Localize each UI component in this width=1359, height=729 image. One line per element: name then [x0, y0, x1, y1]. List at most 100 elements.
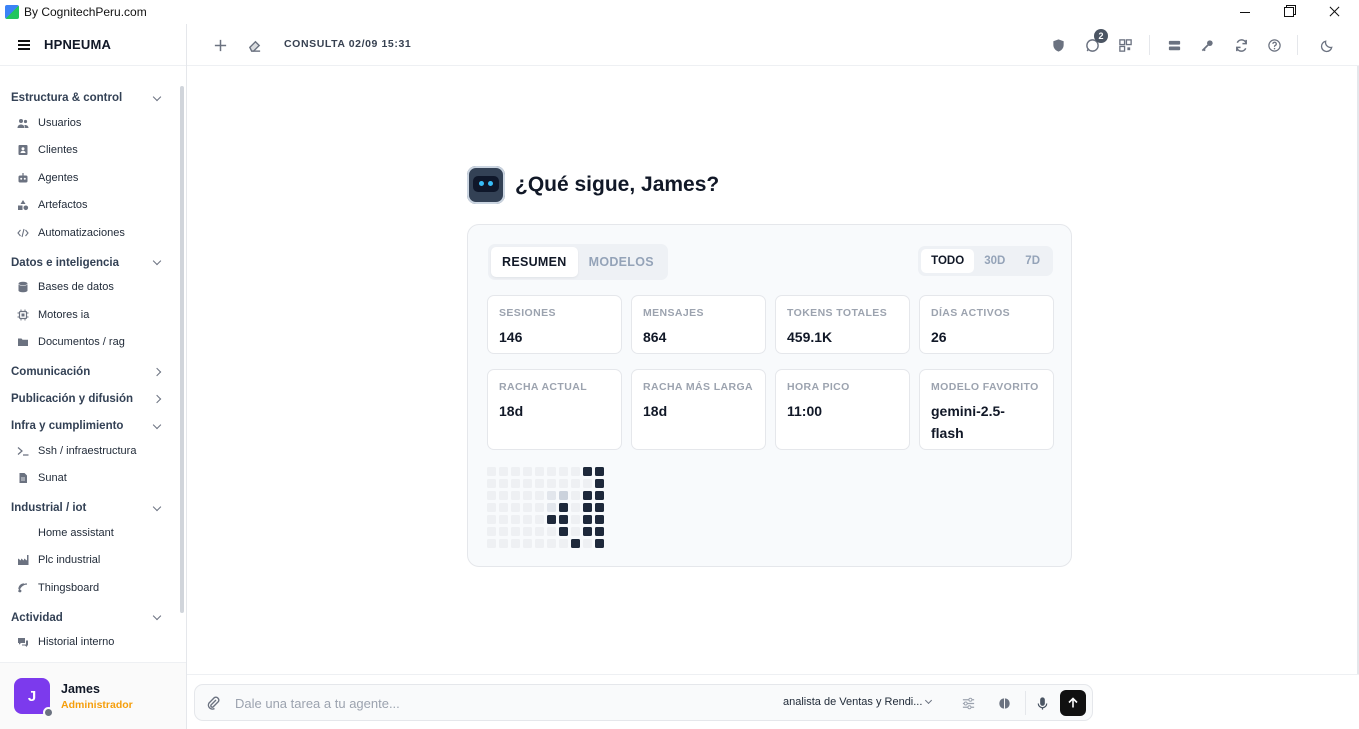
sidebar-section-title: Infra y cumplimiento [11, 420, 124, 432]
sidebar-section-title: Comunicación [11, 366, 91, 378]
maximize-button[interactable] [1266, 0, 1312, 24]
heatmap-cell [511, 491, 520, 500]
sidebar-item[interactable]: Artefactos [0, 192, 178, 220]
user-profile[interactable]: J James Administrador [0, 662, 186, 729]
sidebar-item[interactable]: Usuarios [0, 109, 178, 137]
sidebar-item[interactable]: Ssh / infraestructura [0, 437, 178, 465]
notification-badge: 2 [1094, 29, 1108, 43]
chevron-down-icon [152, 92, 162, 101]
refresh-icon [1235, 38, 1247, 52]
settings-sliders-button[interactable] [959, 694, 977, 712]
menu-icon[interactable] [18, 39, 30, 50]
security-button[interactable] [1047, 34, 1069, 56]
sidebar-item[interactable]: Clientes [0, 137, 178, 165]
sidebar-item[interactable]: Automatizaciones [0, 219, 178, 247]
heatmap-cell [559, 479, 568, 488]
heatmap-cell [571, 503, 580, 512]
heatmap-cell [535, 515, 544, 524]
sidebar-section-title: Estructura & control [11, 92, 123, 104]
server-button[interactable] [1163, 34, 1185, 56]
brain-button[interactable] [995, 694, 1013, 712]
heatmap-cell [523, 491, 532, 500]
robot-icon [17, 172, 29, 184]
avatar[interactable]: J [14, 678, 54, 718]
heatmap-cell [571, 539, 580, 548]
range-todo[interactable]: TODO [921, 249, 975, 273]
heatmap-cell [583, 527, 592, 536]
sidebar-section[interactable]: Estructura & control [0, 87, 178, 109]
sidebar-section[interactable]: Infra y cumplimiento [0, 415, 178, 437]
sidebar-section[interactable]: Comunicación [0, 361, 178, 383]
microphone-button[interactable] [1033, 694, 1051, 712]
qr-button[interactable] [1114, 34, 1136, 56]
sidebar-section[interactable]: Publicación y difusión [0, 388, 178, 410]
chevron-down-icon [152, 611, 162, 621]
sidebar-item[interactable]: Bases de datos [0, 274, 178, 302]
sidebar-section[interactable]: Datos e inteligencia [0, 252, 178, 274]
minimize-button[interactable] [1222, 0, 1268, 24]
stat-value: 146 [499, 329, 523, 345]
keys-button[interactable] [1196, 34, 1218, 56]
folder-icon [17, 336, 29, 348]
chevron-right-icon [152, 394, 162, 404]
heatmap-cell [511, 479, 520, 488]
robot-avatar-icon [467, 166, 505, 204]
agent-select[interactable]: analista de Ventas y Rendi... [783, 696, 933, 708]
chevron-down-icon [152, 256, 162, 266]
sidebar-section-title: Publicación y difusión [11, 393, 134, 405]
stat-label: DÍAS ACTIVOS [931, 307, 1011, 319]
stat-label: MODELO FAVORITO [931, 381, 1039, 393]
sidebar-section[interactable]: Actividad [0, 607, 178, 629]
send-button[interactable] [1060, 690, 1086, 716]
task-input[interactable] [235, 693, 755, 713]
heatmap-cell [559, 467, 568, 476]
sidebar-item[interactable]: Historial interno [0, 629, 178, 657]
help-button[interactable] [1263, 34, 1285, 56]
sidebar-item-label: Agentes [38, 171, 79, 184]
sidebar-item-label: Automatizaciones [38, 226, 125, 239]
stats-tabs: RESUMEN MODELOS [488, 244, 668, 280]
refresh-button[interactable] [1230, 34, 1252, 56]
sidebar-item[interactable]: Agentes [0, 164, 178, 192]
heatmap-cell [499, 503, 508, 512]
contact-card-icon [17, 144, 29, 156]
stat-value: 18d [499, 403, 524, 419]
sidebar-item[interactable]: Plc industrial [0, 547, 178, 575]
sidebar-section[interactable]: Industrial / iot [0, 497, 178, 519]
sidebar-item[interactable]: Documentos / rag [0, 329, 178, 357]
shapes-icon [17, 199, 29, 211]
heatmap-cell [571, 491, 580, 500]
range-7d[interactable]: 7D [1015, 249, 1050, 273]
heatmap-cell [571, 479, 580, 488]
sidebar-scrollbar[interactable] [180, 86, 184, 613]
tab-modelos[interactable]: MODELOS [578, 247, 665, 277]
sidebar-item-label: Artefactos [38, 199, 88, 212]
sidebar-item-label: Thingsboard [38, 581, 100, 594]
heatmap-cell [523, 503, 532, 512]
sidebar: HPNEUMA Estructura & control Usuarios Clie… [0, 24, 187, 729]
sidebar-item[interactable]: Sunat [0, 465, 178, 493]
heatmap-cell [559, 527, 568, 536]
heatmap-cell [595, 539, 604, 548]
heatmap-cell [499, 467, 508, 476]
stats-card: RESUMEN MODELOS TODO 30D 7D SESIONES 146 MENS… [467, 224, 1072, 567]
stat-value: 26 [931, 329, 947, 345]
close-window-button[interactable] [1312, 0, 1358, 24]
paperclip-icon[interactable] [205, 695, 221, 711]
sidebar-item[interactable]: Thingsboard [0, 574, 178, 602]
stat-value: gemini-2.5-flash [931, 403, 1005, 441]
sidebar-item[interactable]: Home assistant [0, 519, 178, 547]
dark-mode-button[interactable] [1316, 34, 1338, 56]
clear-chat-button[interactable] [243, 34, 265, 56]
tab-resumen[interactable]: RESUMEN [491, 247, 578, 277]
heatmap-cell [487, 515, 496, 524]
plus-icon [214, 39, 226, 51]
sidebar-item[interactable]: Motores ia [0, 301, 178, 329]
heatmap-cell [487, 539, 496, 548]
whatsapp-button[interactable]: 2 [1081, 29, 1108, 56]
new-chat-button[interactable] [209, 34, 231, 56]
brain-icon [998, 697, 1010, 709]
range-30d[interactable]: 30D [974, 249, 1015, 273]
heatmap-cell [487, 491, 496, 500]
range-selector: TODO 30D 7D [918, 246, 1053, 276]
